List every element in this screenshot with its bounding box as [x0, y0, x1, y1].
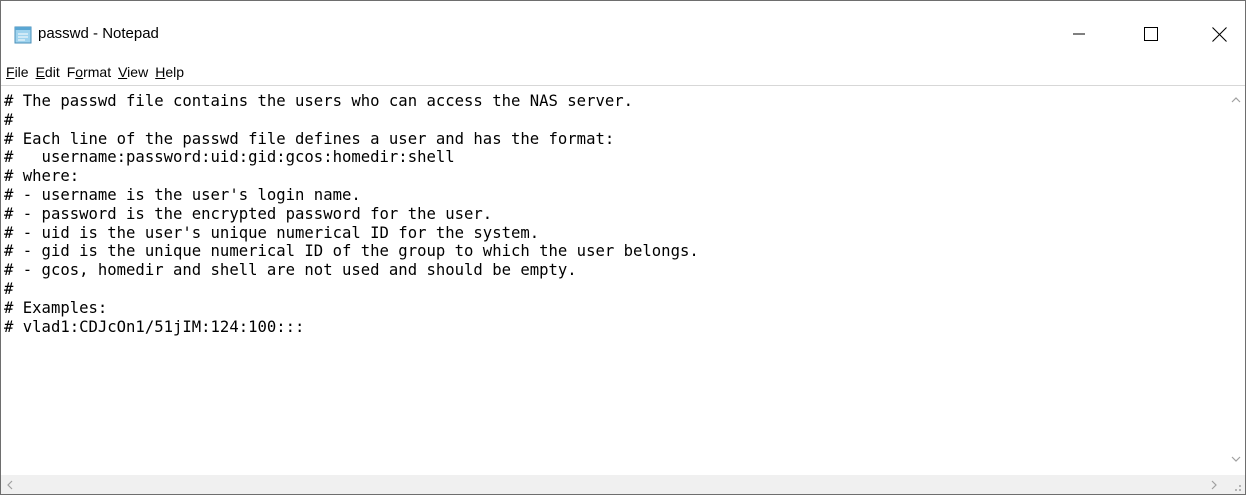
horizontal-scrollbar[interactable]	[1, 475, 1226, 494]
editor-line: # - gid is the unique numerical ID of th…	[4, 242, 699, 261]
vertical-scrollbar[interactable]	[1226, 86, 1245, 475]
menu-format[interactable]: Format	[67, 63, 111, 81]
editor-line: # - uid is the user's unique numerical I…	[4, 223, 540, 242]
menu-help-label: elp	[165, 64, 184, 80]
minimize-button[interactable]	[1059, 17, 1099, 51]
menu-view-label: iew	[127, 64, 149, 80]
editor-line: # - password is the encrypted password f…	[4, 204, 493, 223]
notepad-app-icon	[14, 26, 32, 44]
menu-edit[interactable]: Edit	[36, 63, 60, 81]
editor-line: # vlad1:CDJcOn1/51jIM:124:100:::	[4, 317, 305, 336]
menu-help-mnemonic: H	[155, 64, 166, 80]
menu-file-mnemonic: F	[6, 64, 15, 80]
editor-line: # - username is the user's login name.	[4, 185, 361, 204]
title-bar[interactable]: passwd - Notepad	[1, 1, 1245, 59]
notepad-window: passwd - Notepad File Edit Format View H…	[0, 0, 1246, 495]
menu-bar: File Edit Format View Help	[1, 61, 1245, 83]
scroll-up-arrow-icon[interactable]	[1230, 94, 1242, 106]
menu-format-label: rmat	[83, 64, 112, 80]
menu-view[interactable]: View	[118, 63, 148, 81]
menu-file[interactable]: File	[6, 63, 29, 81]
editor-line: # username:password:uid:gid:gcos:homedir…	[4, 148, 455, 167]
text-editor[interactable]: # The passwd file contains the users who…	[1, 85, 1245, 494]
maximize-icon	[1144, 27, 1158, 41]
resize-grip[interactable]	[1226, 475, 1245, 494]
editor-line: # The passwd file contains the users who…	[4, 92, 634, 110]
scroll-left-arrow-icon[interactable]	[4, 479, 16, 491]
editor-line: #	[4, 110, 14, 129]
close-button[interactable]	[1199, 17, 1239, 51]
editor-line: # Each line of the passwd file defines a…	[4, 129, 615, 148]
maximize-button[interactable]	[1131, 17, 1171, 51]
editor-text-area[interactable]: # The passwd file contains the users who…	[4, 92, 1224, 464]
menu-help[interactable]: Help	[155, 63, 184, 81]
menu-edit-label: dit	[44, 64, 60, 80]
close-icon	[1211, 26, 1227, 42]
resize-grip-icon	[1235, 485, 1241, 491]
menu-file-label: ile	[14, 64, 29, 80]
minimize-icon	[1073, 33, 1085, 35]
editor-line: #	[4, 279, 14, 298]
menu-edit-mnemonic: E	[35, 64, 45, 80]
menu-format-mnemonic: o	[75, 64, 84, 80]
scroll-down-arrow-icon[interactable]	[1230, 453, 1242, 465]
editor-line: # - gcos, homedir and shell are not used…	[4, 261, 577, 280]
menu-view-mnemonic: V	[118, 64, 128, 80]
editor-line: # where:	[4, 167, 80, 186]
menu-format-prefix: F	[66, 64, 76, 80]
window-title: passwd - Notepad	[38, 25, 159, 42]
editor-line: # Examples:	[4, 298, 108, 317]
scroll-right-arrow-icon[interactable]	[1208, 479, 1220, 491]
